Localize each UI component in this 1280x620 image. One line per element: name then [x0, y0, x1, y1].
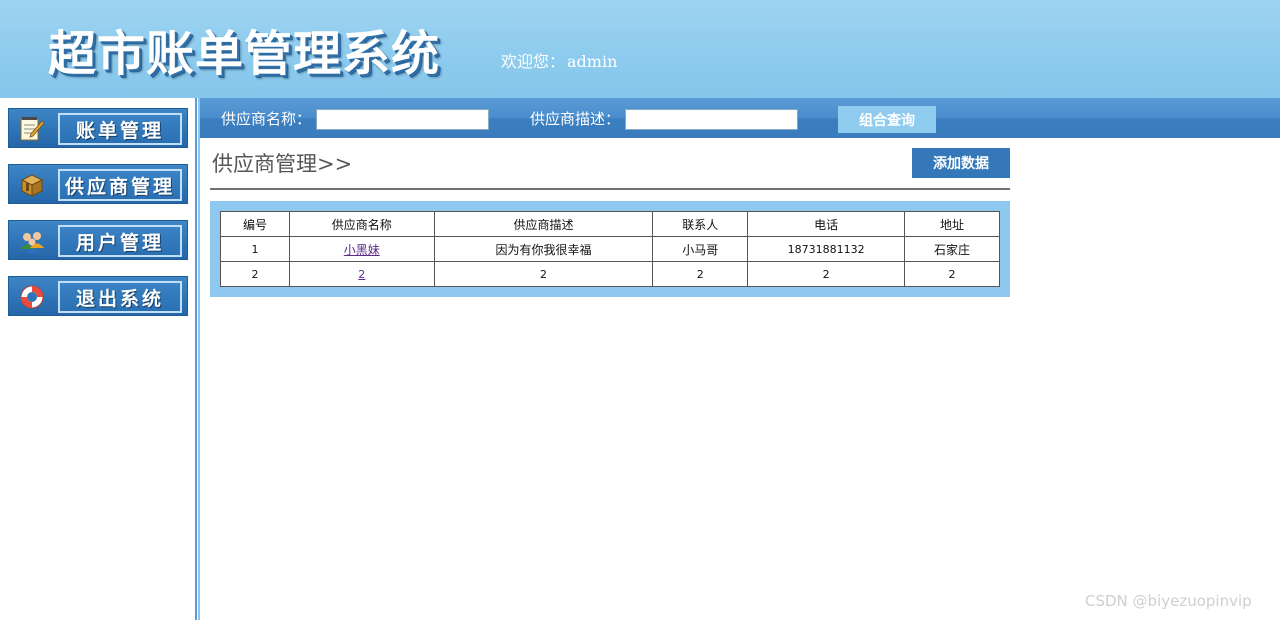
page-title: 供应商管理>> — [212, 152, 353, 176]
supplier-desc-label: 供应商描述： — [530, 110, 621, 128]
lifebuoy-icon — [17, 283, 47, 311]
cell-address: 石家庄 — [904, 236, 1000, 262]
column-header: 电话 — [747, 211, 906, 237]
supplier-table-frame: 编号 供应商名称 供应商描述 联系人 电话 地址 1 小黑妹 因为有你我很幸福 … — [210, 201, 1010, 297]
cell-address: 2 — [904, 261, 1000, 287]
sidebar-item-label: 退出系统 — [58, 281, 182, 313]
watermark: CSDN @biyezuopinvip — [1085, 592, 1252, 610]
column-header: 编号 — [220, 211, 290, 237]
cell-phone: 2 — [747, 261, 906, 287]
column-header: 供应商描述 — [433, 211, 654, 237]
sidebar-item-label: 供应商管理 — [58, 169, 182, 201]
column-header: 供应商名称 — [288, 211, 435, 237]
column-header: 地址 — [904, 211, 1000, 237]
cell-contact: 小马哥 — [652, 236, 749, 262]
column-header: 联系人 — [652, 211, 749, 237]
cell-id: 1 — [220, 236, 290, 262]
sidebar-item-suppliers[interactable]: 供应商管理 — [8, 164, 188, 204]
cell-description: 因为有你我很幸福 — [433, 236, 654, 262]
title-divider — [210, 188, 1010, 190]
sidebar-item-bills[interactable]: 账单管理 — [8, 108, 188, 148]
supplier-desc-input[interactable] — [625, 109, 798, 130]
welcome-text: 欢迎您： admin — [501, 48, 617, 72]
table-header-row: 编号 供应商名称 供应商描述 联系人 电话 地址 — [220, 211, 1000, 237]
box-icon — [17, 171, 47, 199]
sidebar: 账单管理 供应商管理 用户管理 退出系统 — [0, 98, 200, 620]
sidebar-item-label: 用户管理 — [58, 225, 182, 257]
sidebar-divider — [195, 98, 200, 620]
query-button[interactable]: 组合查询 — [838, 106, 936, 133]
supplier-table: 编号 供应商名称 供应商描述 联系人 电话 地址 1 小黑妹 因为有你我很幸福 … — [220, 211, 1000, 287]
username: admin — [567, 52, 618, 71]
sidebar-item-label: 账单管理 — [58, 113, 182, 145]
app-title: 超市账单管理系统 — [48, 26, 441, 82]
add-data-button[interactable]: 添加数据 — [912, 148, 1010, 178]
users-icon — [17, 227, 47, 255]
supplier-name-label: 供应商名称： — [221, 110, 312, 128]
supplier-name-input[interactable] — [316, 109, 489, 130]
cell-id: 2 — [220, 261, 290, 287]
app-header: 超市账单管理系统 欢迎您： admin — [0, 0, 1280, 98]
table-row: 2 2 2 2 2 2 — [220, 261, 1000, 287]
notepad-pencil-icon — [17, 115, 47, 143]
sidebar-item-users[interactable]: 用户管理 — [8, 220, 188, 260]
welcome-label: 欢迎您： — [501, 52, 566, 71]
cell-phone: 18731881132 — [747, 236, 906, 262]
cell-contact: 2 — [652, 261, 749, 287]
search-bar: 供应商名称： 供应商描述： 组合查询 — [200, 98, 1280, 138]
table-row: 1 小黑妹 因为有你我很幸福 小马哥 18731881132 石家庄 — [220, 236, 1000, 262]
cell-description: 2 — [433, 261, 654, 287]
sidebar-item-logout[interactable]: 退出系统 — [8, 276, 188, 316]
supplier-name-link[interactable]: 小黑妹 — [288, 236, 435, 262]
supplier-name-link[interactable]: 2 — [288, 261, 435, 287]
